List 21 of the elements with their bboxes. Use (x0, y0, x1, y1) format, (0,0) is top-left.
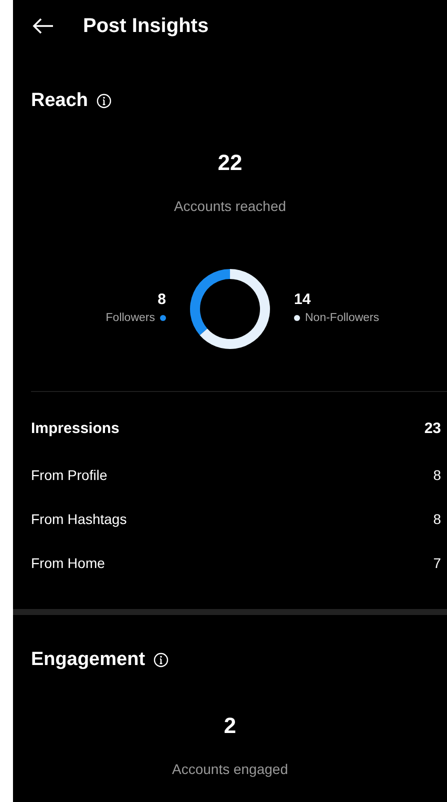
impression-count: 8 (433, 511, 441, 525)
accounts-engaged-count: 2 (222, 713, 238, 739)
impression-count: 8 (433, 467, 441, 481)
impression-count: 7 (433, 555, 441, 569)
non-followers-count: 14 (294, 290, 311, 308)
impression-source: From Hashtags (31, 511, 127, 525)
accounts-reached-count: 22 (216, 150, 244, 176)
impressions-total: 23 (424, 420, 441, 437)
section-title: Engagement (31, 649, 146, 671)
section-title: Reach (31, 90, 88, 112)
info-icon[interactable] (153, 652, 170, 668)
page-title: Post Insights (83, 14, 209, 38)
impression-source: From Home (31, 555, 105, 569)
legend-label: Followers (106, 312, 155, 324)
impression-source: From Profile (31, 467, 108, 481)
accounts-engaged-label: Accounts engaged (171, 761, 289, 777)
info-icon[interactable] (96, 93, 112, 109)
legend-label: Non-Followers (305, 312, 380, 324)
followers-count: 8 (158, 290, 166, 308)
impressions-title: Impressions (31, 420, 120, 437)
accounts-reached-label: Accounts reached (172, 198, 288, 214)
